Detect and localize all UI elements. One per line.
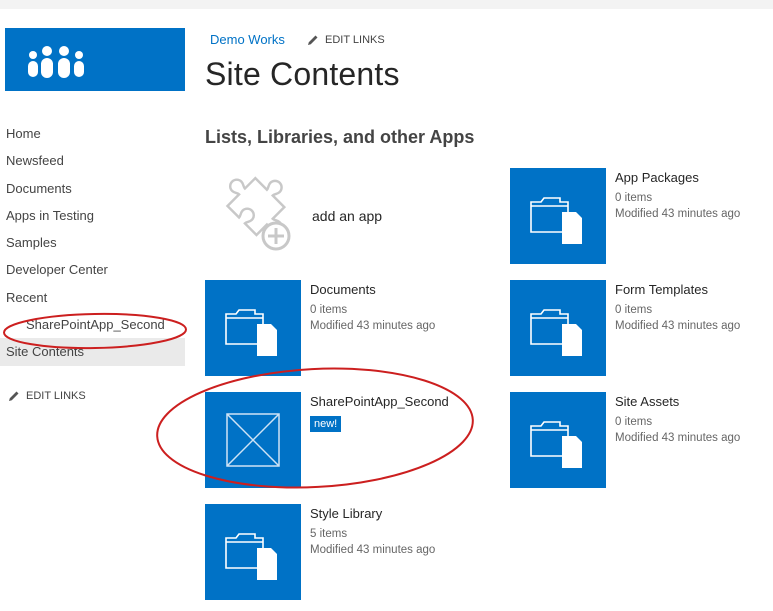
- app-packages-info: App Packages 0 items Modified 43 minutes…: [615, 170, 740, 222]
- nav-home[interactable]: Home: [0, 120, 185, 147]
- form-templates-modified: Modified 43 minutes ago: [615, 320, 741, 332]
- site-assets-modified: Modified 43 minutes ago: [615, 432, 741, 444]
- documents-count: 0 items: [310, 304, 348, 316]
- new-badge: new!: [310, 416, 342, 432]
- site-assets-count: 0 items: [615, 416, 653, 428]
- app-packages-modified: Modified 43 minutes ago: [615, 208, 741, 220]
- sharepointapp-second-tile[interactable]: [205, 392, 301, 488]
- top-edit-links[interactable]: EDIT LINKS: [307, 34, 385, 46]
- site-assets-tile[interactable]: [510, 392, 606, 488]
- page-title: Site Contents: [205, 56, 400, 92]
- form-templates-title[interactable]: Form Templates: [615, 282, 740, 298]
- add-an-app-tile[interactable]: [205, 168, 301, 269]
- puzzle-plus-icon: [225, 176, 291, 251]
- app-packages-count: 0 items: [615, 192, 653, 204]
- site-assets-info: Site Assets 0 items Modified 43 minutes …: [615, 394, 740, 446]
- documents-modified: Modified 43 minutes ago: [310, 320, 436, 332]
- nav-recent-sharepointapp-second[interactable]: SharePointApp_Second: [0, 311, 185, 338]
- top-suite-bar: [0, 0, 773, 9]
- sharepointapp-second-info: SharePointApp_Second new!: [310, 394, 449, 432]
- quick-launch: Home Newsfeed Documents Apps in Testing …: [0, 120, 185, 366]
- edit-links-label: EDIT LINKS: [26, 390, 86, 402]
- nav-samples[interactable]: Samples: [0, 229, 185, 256]
- documents-info: Documents 0 items Modified 43 minutes ag…: [310, 282, 435, 334]
- pencil-icon: [9, 391, 19, 401]
- style-library-count: 5 items: [310, 528, 348, 540]
- library-folder-icon: [530, 421, 582, 468]
- people-group-icon: [28, 46, 84, 78]
- section-title: Lists, Libraries, and other Apps: [205, 127, 475, 147]
- documents-tile[interactable]: [205, 280, 301, 376]
- site-assets-title[interactable]: Site Assets: [615, 394, 740, 410]
- edit-links-label: EDIT LINKS: [325, 34, 385, 46]
- app-packages-tile[interactable]: [510, 168, 606, 264]
- style-library-tile[interactable]: [205, 504, 301, 600]
- nav-documents[interactable]: Documents: [0, 175, 185, 202]
- form-templates-info: Form Templates 0 items Modified 43 minut…: [615, 282, 740, 334]
- pencil-icon: [308, 35, 318, 45]
- nav-site-contents[interactable]: Site Contents: [0, 338, 185, 366]
- library-folder-icon: [225, 309, 277, 356]
- quick-launch-edit-links[interactable]: EDIT LINKS: [8, 390, 86, 402]
- breadcrumb-site-link[interactable]: Demo Works: [210, 32, 285, 47]
- sharepointapp-second-title[interactable]: SharePointApp_Second: [310, 394, 449, 410]
- nav-apps-in-testing[interactable]: Apps in Testing: [0, 202, 185, 229]
- style-library-title[interactable]: Style Library: [310, 506, 435, 522]
- style-library-info: Style Library 5 items Modified 43 minute…: [310, 506, 435, 558]
- library-folder-icon: [225, 533, 277, 580]
- site-logo[interactable]: [5, 28, 185, 91]
- add-an-app-label[interactable]: add an app: [312, 208, 382, 224]
- form-templates-tile[interactable]: [510, 280, 606, 376]
- nav-developer-center[interactable]: Developer Center: [0, 256, 185, 283]
- app-packages-title[interactable]: App Packages: [615, 170, 740, 186]
- form-templates-count: 0 items: [615, 304, 653, 316]
- library-folder-icon: [530, 197, 582, 244]
- documents-title[interactable]: Documents: [310, 282, 435, 298]
- library-folder-icon: [530, 309, 582, 356]
- style-library-modified: Modified 43 minutes ago: [310, 544, 436, 556]
- nav-recent[interactable]: Recent: [0, 284, 185, 311]
- nav-newsfeed[interactable]: Newsfeed: [0, 147, 185, 174]
- app-placeholder-icon: [226, 413, 280, 467]
